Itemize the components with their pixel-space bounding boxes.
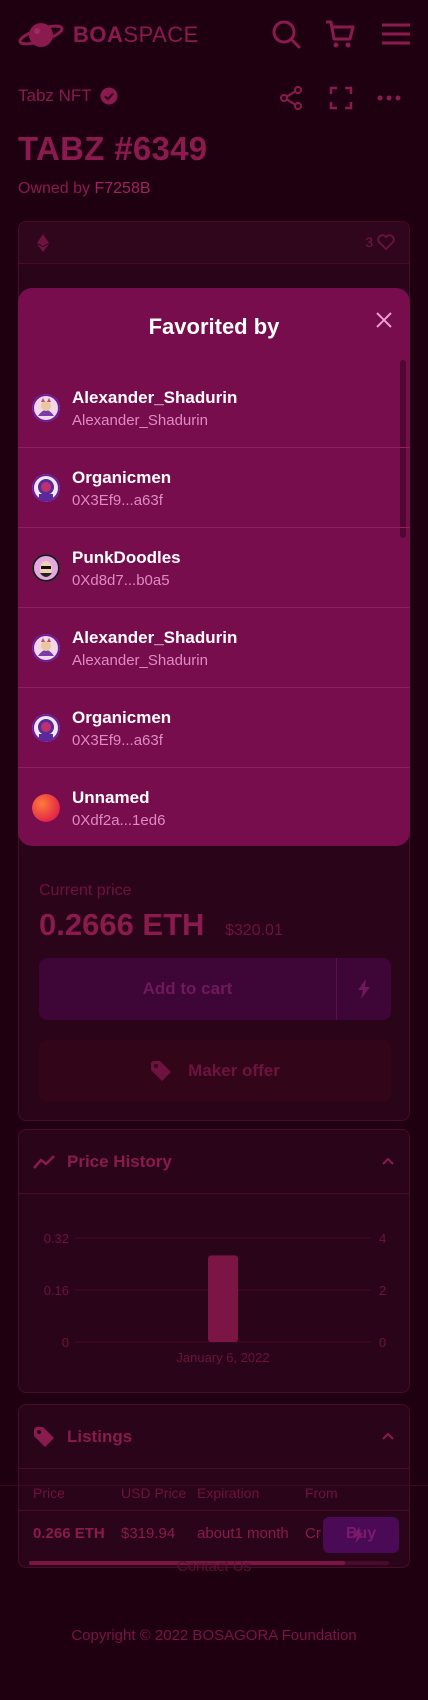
current-price-label: Current price [39,882,132,899]
list-item[interactable]: Unnamed 0Xdf2a...1ed6 [18,768,410,846]
listings-table-header: Price USD Price Expiration From [19,1477,409,1511]
nft-title: TABZ #6349 [18,130,208,167]
user-address: 0Xd8d7...b0a5 [72,572,170,589]
buy-button[interactable]: Buy [323,1517,399,1553]
col-from: From [305,1485,338,1501]
user-address: 0Xdf2a...1ed6 [72,812,166,829]
footer-divider [0,1485,428,1486]
price-history-header[interactable]: Price History [19,1130,409,1194]
user-name: Alexander_Shadurin [72,628,238,647]
make-offer-button[interactable]: Maker offer [39,1040,391,1102]
user-name: Unnamed [72,788,150,807]
contact-us-link[interactable]: Contact Us [0,1558,428,1575]
owner-prefix: Owned by [18,180,95,197]
col-usd-price: USD Price [121,1485,187,1501]
col-expiration: Expiration [197,1485,260,1501]
close-icon[interactable] [374,310,394,330]
user-address: Alexander_Shadurin [72,412,208,429]
top-header: BOASPACE [0,0,428,70]
astronaut-avatar-icon [32,714,60,742]
copyright-text: Copyright © 2022 BOSAGORA Foundation [71,1627,357,1644]
listings-header[interactable]: Listings [19,1405,409,1469]
user-name: Alexander_Shadurin [72,388,238,407]
listing-from[interactable]: Cr [305,1525,321,1542]
current-price-usd: $320.01 [225,922,283,939]
collection-name: Tabz NFT [18,86,92,105]
list-item[interactable]: Alexander_Shadurin Alexander_Shadurin [18,368,410,448]
list-item[interactable]: Organicmen 0X3Ef9...a63f [18,688,410,768]
price-history-card: Price History 0.32 4 0.16 2 0 0 January 6, 202… [18,1129,410,1393]
lightning-icon [358,979,370,999]
modal-title: Favorited by [148,314,280,339]
y-left-tick-label: 0 [62,1335,69,1350]
favorites-count: 3 [365,234,373,250]
current-price-value: 0.2666 ETH [39,907,205,942]
trend-line-icon [33,1154,55,1169]
add-to-cart-button[interactable]: Add to cart [39,958,337,1020]
x-tick-label: January 6, 2022 [176,1350,269,1365]
user-address: 0X3Ef9...a63f [72,492,163,509]
user-name: Organicmen [72,468,172,487]
user-name: PunkDoodles [72,548,181,567]
y-left-tick-label: 0.32 [44,1231,69,1246]
y-left-tick-label: 0.16 [44,1283,69,1298]
price-history-title: Price History [67,1151,172,1171]
price-bar [208,1255,238,1342]
y-right-tick-label: 4 [379,1231,386,1246]
add-to-cart-group: Add to cart [39,958,391,1020]
boaspace-logo[interactable]: BOASPACE [17,18,199,52]
listing-price: 0.266 ETH [33,1525,105,1542]
favorited-by-modal: Favorited by Alexander_Shadurin Alexande… [18,288,410,846]
cart-icon[interactable] [324,18,356,50]
col-price: Price [33,1485,65,1501]
fullscreen-icon[interactable] [328,85,354,111]
chevron-up-icon[interactable] [381,1156,395,1166]
buy-label: Buy [345,1525,377,1542]
cat-avatar-icon [32,394,60,422]
owner-address-link[interactable]: F7258B [94,180,150,197]
collection-link[interactable]: Tabz NFT [18,86,118,106]
menu-icon[interactable] [380,18,412,50]
listing-usd: $319.94 [121,1525,176,1542]
favorited-users-list: Alexander_Shadurin Alexander_Shadurin Or… [18,368,410,846]
ethereum-icon [37,234,49,252]
cat-avatar-icon [32,634,60,662]
punk-avatar-icon [32,554,60,582]
tag-icon [151,1061,172,1081]
owner-line: Owned by F7258B [18,180,151,198]
heart-icon[interactable] [377,234,395,250]
table-row: 0.266 ETH $319.94 about1 month Cr Buy [19,1513,409,1557]
list-item[interactable]: Organicmen 0X3Ef9...a63f [18,448,410,528]
media-toolbar: 3 [19,222,409,264]
tag-icon [34,1426,54,1447]
list-item[interactable]: Alexander_Shadurin Alexander_Shadurin [18,608,410,688]
user-name: Organicmen [72,708,172,727]
listing-expiration: about1 month [197,1525,289,1542]
share-icon[interactable] [278,85,304,111]
listings-title: Listings [67,1426,133,1446]
more-options-icon[interactable] [376,85,402,111]
search-icon[interactable] [270,18,302,50]
listings-card: Listings Price USD Price Expiration From… [18,1404,410,1568]
verified-badge-icon [100,87,118,105]
list-item[interactable]: PunkDoodles 0Xd8d7...b0a5 [18,528,410,608]
astronaut-avatar-icon [32,474,60,502]
chevron-up-icon[interactable] [381,1431,395,1441]
price-history-chart: 0.32 4 0.16 2 0 0 January 6, 2022 [44,1231,387,1365]
y-right-tick-label: 0 [379,1335,386,1350]
brand-name: BOASPACE [73,22,199,47]
user-address: Alexander_Shadurin [72,652,208,669]
user-address: 0X3Ef9...a63f [72,732,163,749]
planet-logo-icon [18,23,64,47]
gradient-avatar-icon [32,794,60,822]
y-right-tick-label: 2 [379,1283,386,1298]
make-offer-label: Maker offer [188,1061,280,1080]
instant-buy-button[interactable] [337,958,391,1020]
